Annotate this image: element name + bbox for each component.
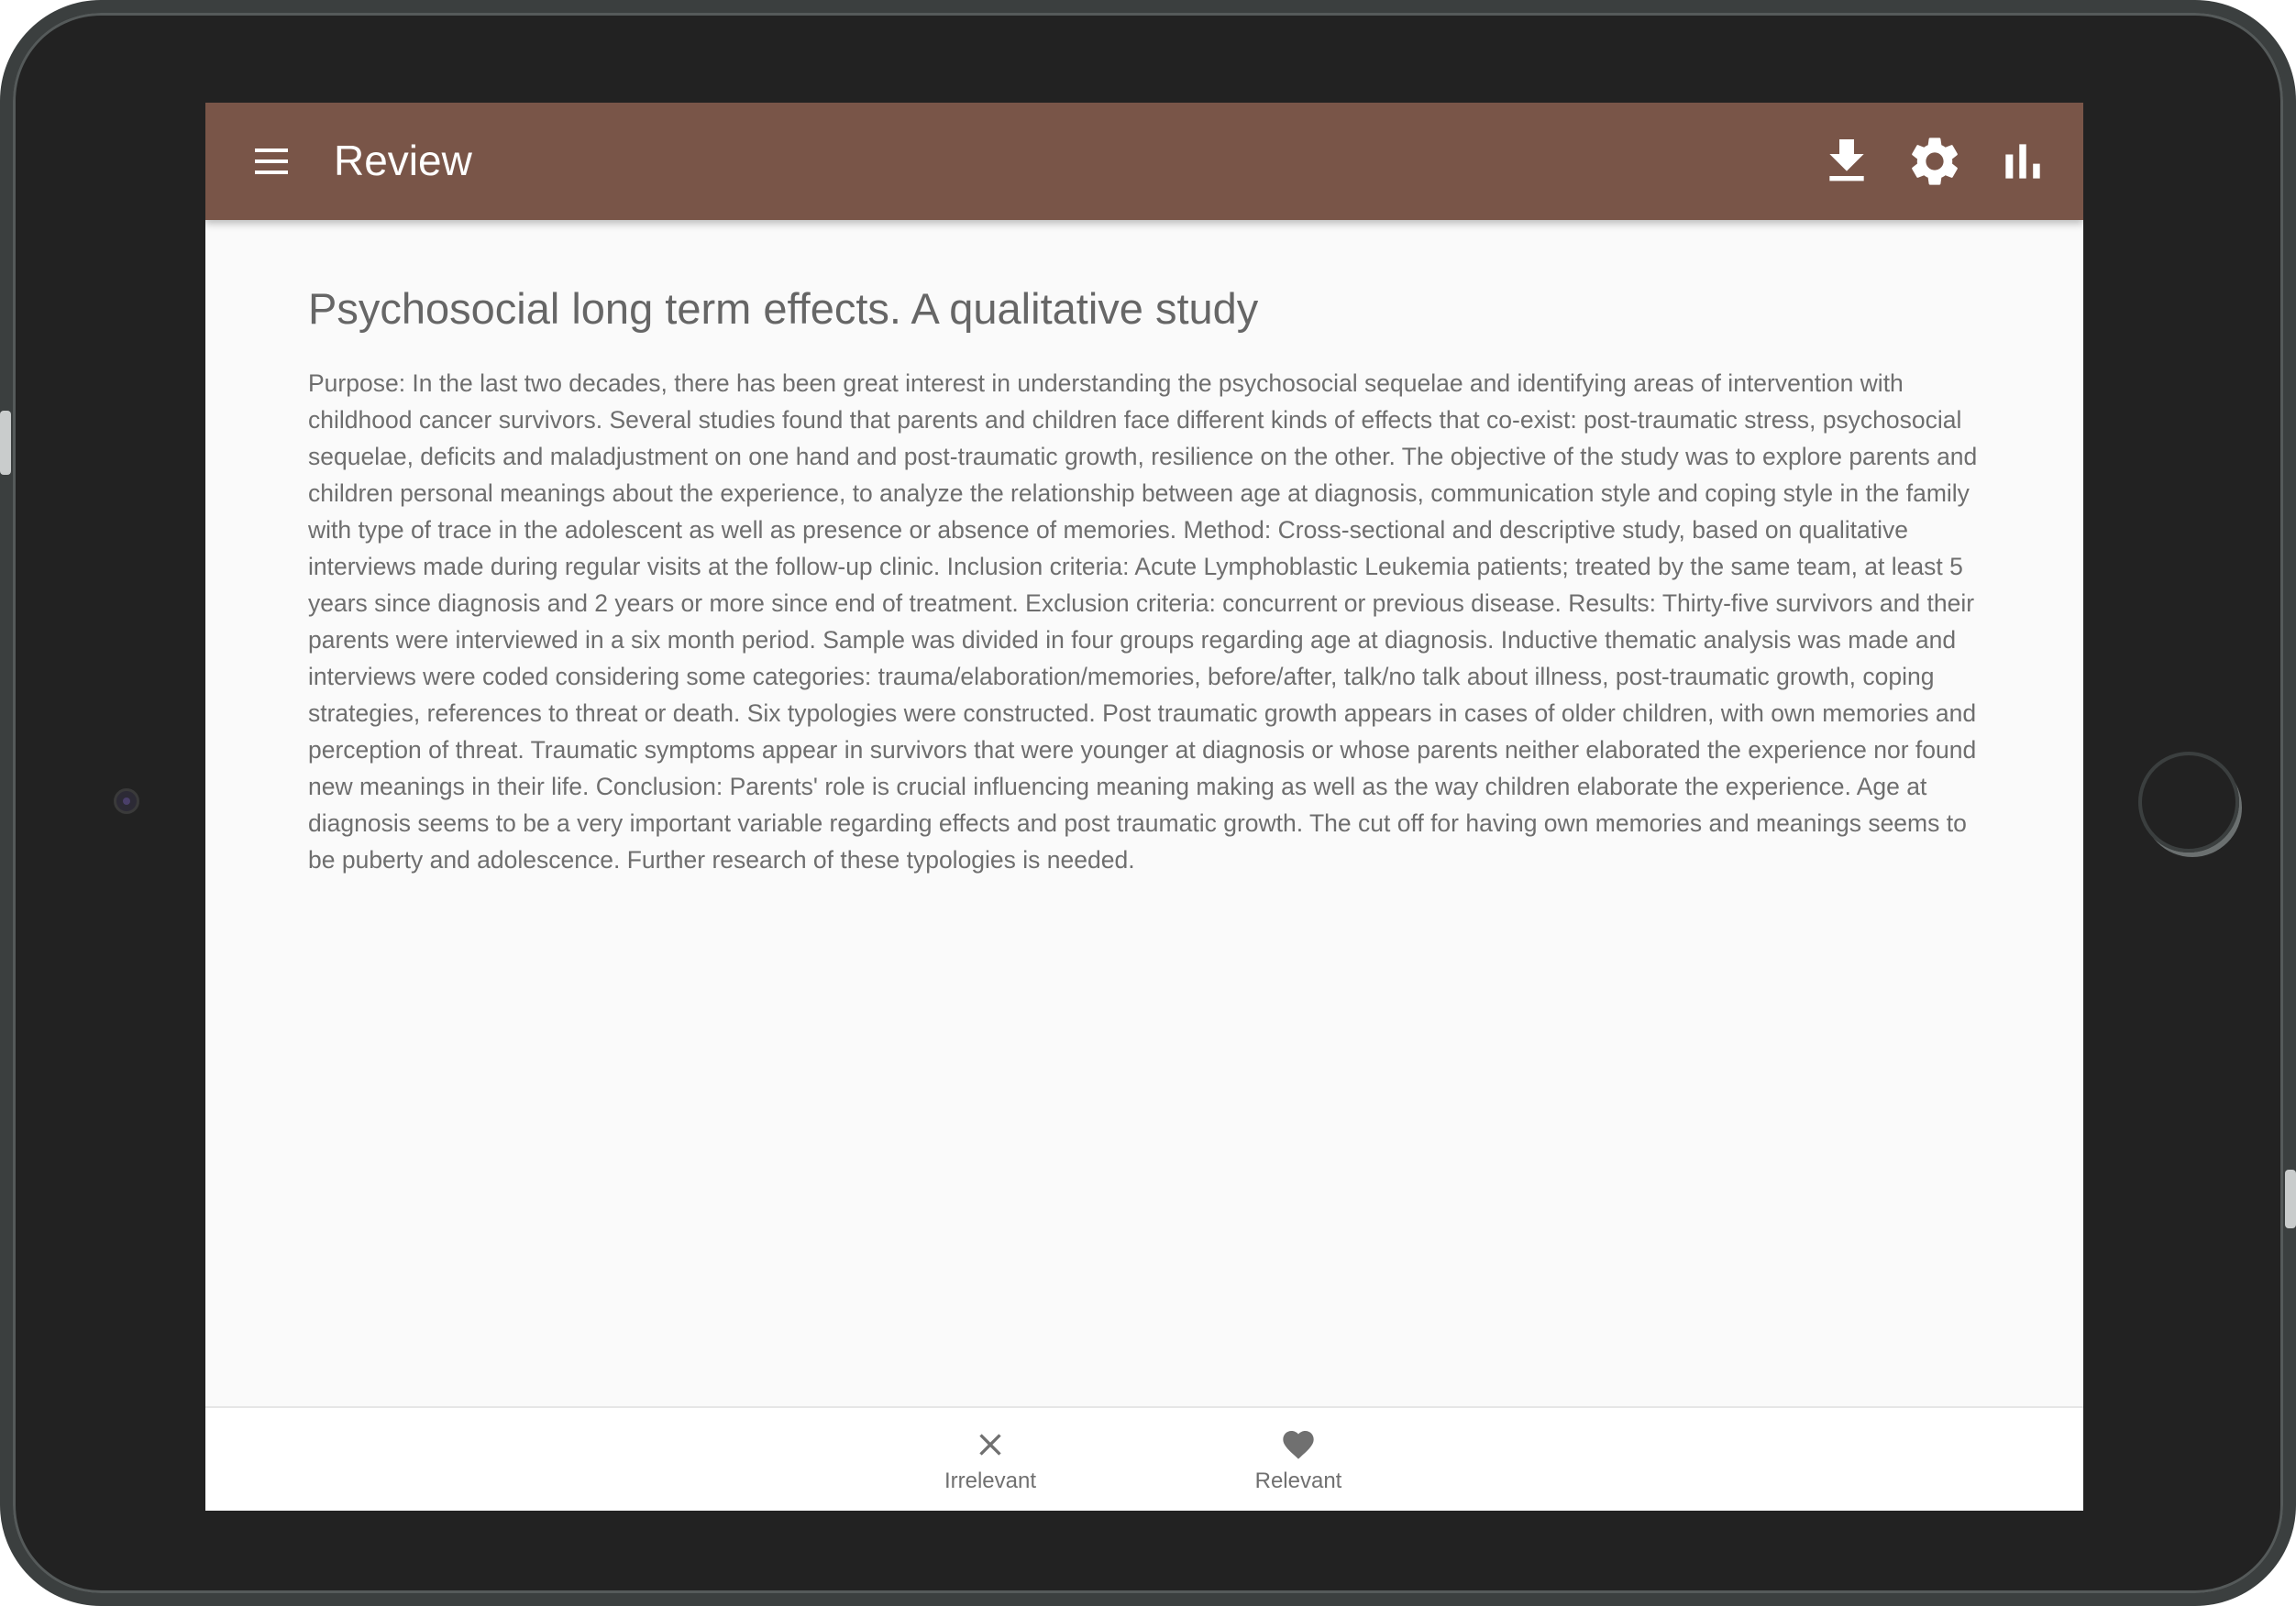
bottom-navigation: Irrelevant Relevant — [205, 1406, 2083, 1511]
menu-icon — [255, 148, 288, 152]
close-icon — [979, 1434, 1001, 1456]
front-camera — [114, 788, 139, 814]
settings-icon — [1912, 138, 1958, 185]
settings-button[interactable] — [1905, 132, 1964, 191]
volume-button — [0, 411, 11, 475]
statistics-button[interactable] — [1993, 132, 2052, 191]
heart-icon — [1283, 1431, 1314, 1459]
menu-button[interactable] — [242, 132, 301, 191]
download-icon — [1829, 139, 1864, 182]
irrelevant-button[interactable]: Irrelevant — [899, 1426, 1082, 1503]
home-button[interactable] — [2138, 752, 2239, 852]
power-button — [2285, 1170, 2296, 1228]
document-abstract: Purpose: In the last two decades, there … — [308, 369, 1978, 874]
app-screen: Review Psychosocial long term effects. A… — [205, 103, 2083, 1511]
irrelevant-label: Irrelevant — [944, 1468, 1037, 1493]
app-title: Review — [334, 137, 472, 184]
download-button[interactable] — [1817, 132, 1876, 191]
relevant-label: Relevant — [1254, 1468, 1342, 1493]
app-bar: Review — [205, 103, 2083, 220]
relevant-button[interactable]: Relevant — [1207, 1426, 1390, 1503]
document-title: Psychosocial long term effects. A qualit… — [308, 284, 1259, 333]
bar-chart-icon — [2005, 144, 2040, 179]
document-content: Psychosocial long term effects. A qualit… — [308, 279, 1981, 878]
